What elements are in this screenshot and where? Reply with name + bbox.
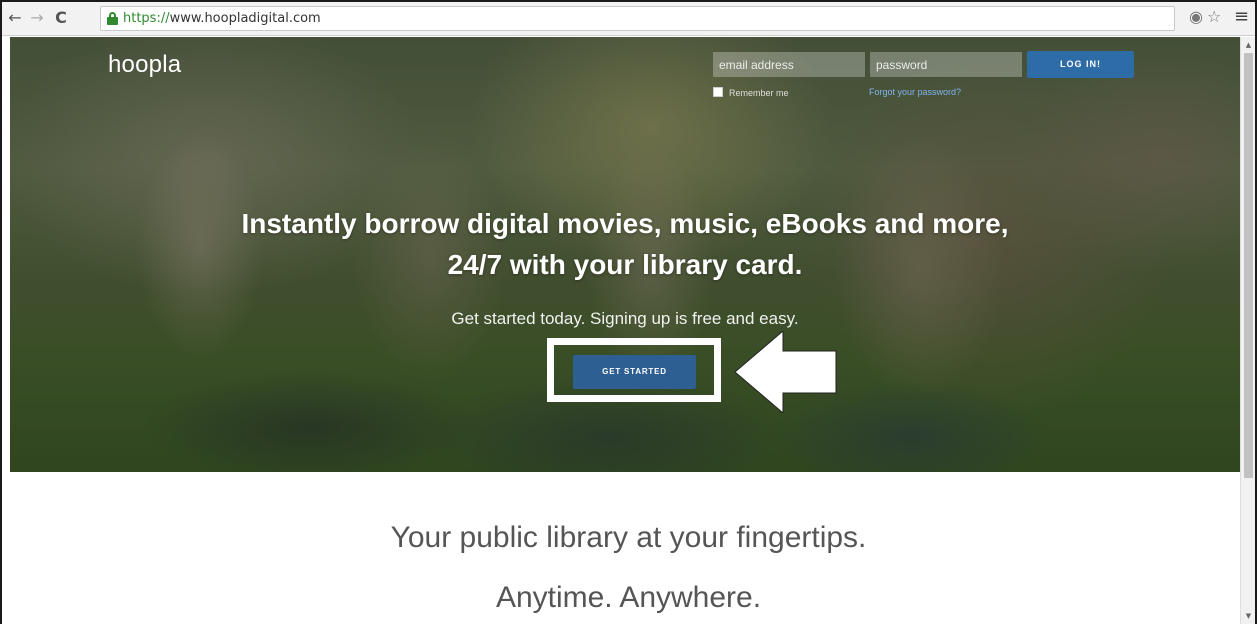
tagline-secondary: Anytime. Anywhere. (495, 581, 762, 614)
hero-banner: hoopla LOG IN! Remember me Forgot your p… (10, 37, 1240, 472)
hero-subline: Get started today. Signing up is free an… (451, 309, 799, 328)
tagline-primary: Your public library at your fingertips. (390, 521, 867, 554)
address-bar[interactable]: https://www.hoopladigital.com (100, 6, 1175, 31)
bookmark-star-icon[interactable]: ☆ (1207, 8, 1221, 26)
forward-icon[interactable]: → (28, 9, 46, 27)
get-started-button[interactable]: GET STARTED (573, 355, 696, 389)
login-button[interactable]: LOG IN! (1027, 51, 1134, 78)
remember-label: Remember me (729, 88, 789, 98)
lock-icon (107, 12, 118, 25)
scroll-down-icon[interactable]: ▼ (1241, 610, 1256, 622)
extension-icon[interactable]: ◉ (1189, 8, 1203, 26)
arrow-pointer-icon (735, 331, 837, 413)
email-input[interactable] (713, 52, 865, 77)
scroll-up-icon[interactable]: ▲ (1241, 39, 1256, 51)
hoopla-logo[interactable]: hoopla (108, 51, 181, 79)
remember-me[interactable]: Remember me (713, 87, 789, 98)
vertical-scrollbar[interactable]: ▲ ▼ (1240, 37, 1255, 624)
scroll-thumb[interactable] (1244, 53, 1253, 478)
password-input[interactable] (870, 52, 1022, 77)
menu-icon[interactable]: ≡ (1234, 8, 1249, 26)
forgot-password-link[interactable]: Forgot your password? (869, 87, 961, 97)
browser-toolbar: ← → C https://www.hoopladigital.com ◉ ☆ … (2, 2, 1255, 36)
back-icon[interactable]: ← (6, 9, 24, 27)
hero-headline-line2: 24/7 with your library card. (447, 249, 803, 280)
reload-icon[interactable]: C (52, 9, 70, 27)
url-text: https://www.hoopladigital.com (123, 11, 321, 26)
hero-headline-line1: Instantly borrow digital movies, music, … (241, 208, 1009, 239)
remember-checkbox[interactable] (713, 87, 723, 97)
